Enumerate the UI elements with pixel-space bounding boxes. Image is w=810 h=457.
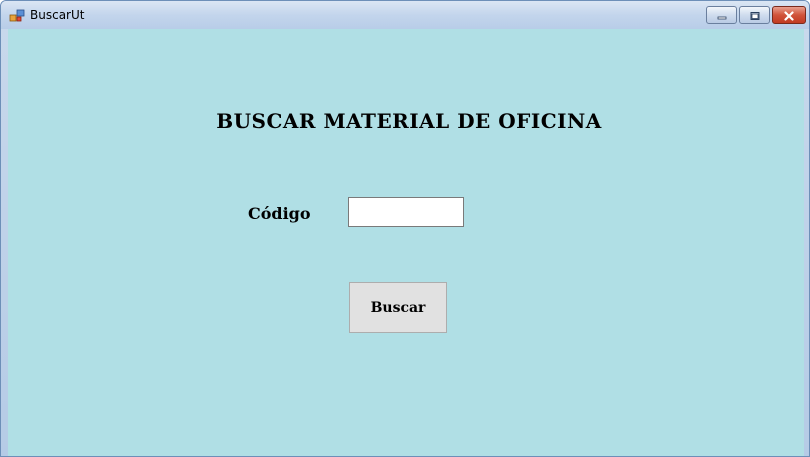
code-input[interactable]: [348, 197, 464, 227]
windows-form-icon: [9, 8, 25, 22]
search-button[interactable]: Buscar: [349, 282, 447, 333]
app-window: BuscarUt BUSCAR MATERIAL DE OFICINA Códi…: [0, 0, 810, 457]
close-icon: [783, 6, 795, 25]
minimize-button[interactable]: [706, 6, 737, 24]
close-button[interactable]: [772, 6, 806, 24]
code-label: Código: [248, 204, 311, 223]
page-title: BUSCAR MATERIAL DE OFICINA: [216, 109, 602, 133]
window-title: BuscarUt: [30, 8, 85, 22]
minimize-icon: [716, 6, 728, 25]
title-bar[interactable]: BuscarUt: [1, 1, 809, 29]
maximize-icon: [749, 6, 761, 25]
maximize-button[interactable]: [739, 6, 770, 24]
form-client-area: BUSCAR MATERIAL DE OFICINA Código Buscar: [8, 29, 804, 456]
